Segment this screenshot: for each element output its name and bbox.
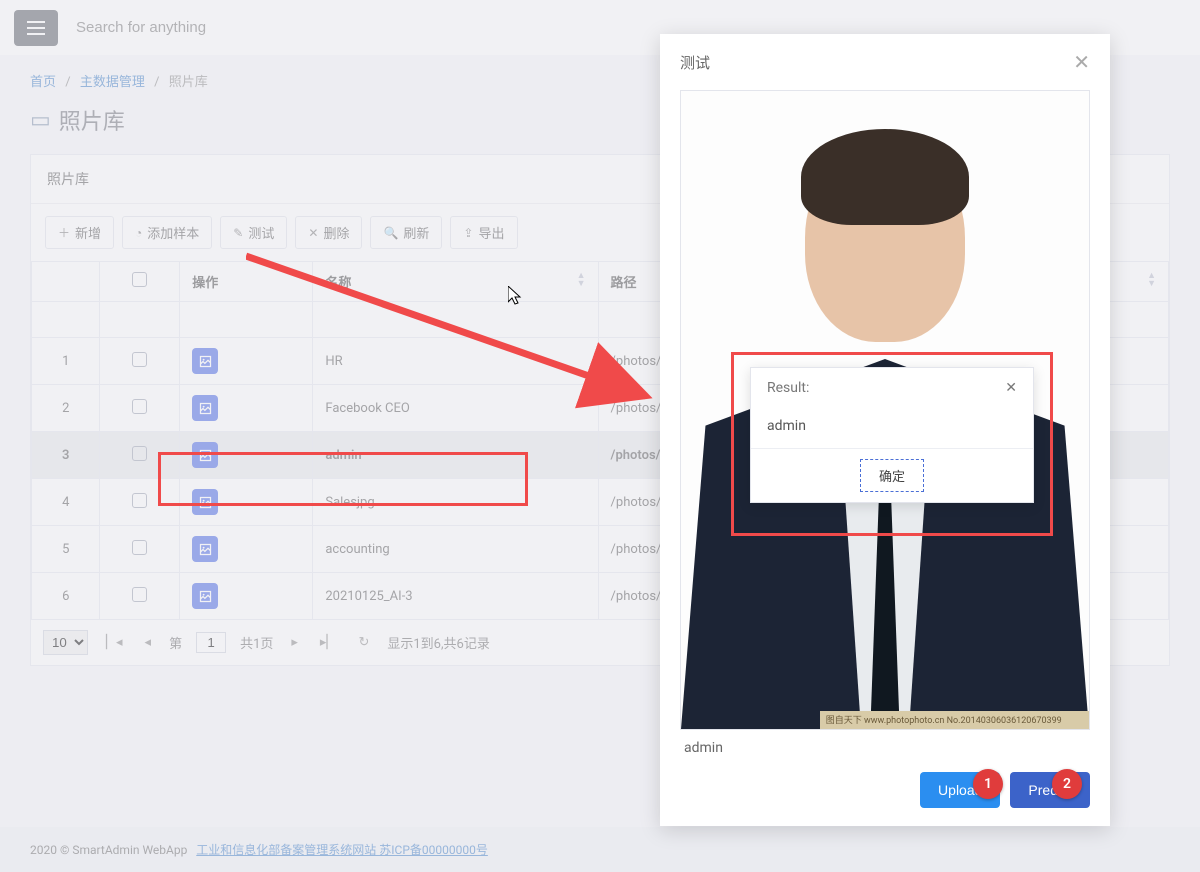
col-op[interactable]: 操作 [180,262,313,302]
photo-watermark: 图自天下 www.photophoto.cn No.20140306036120… [820,711,1089,729]
row-name: Salesjpg [313,479,598,526]
dialog-close-icon[interactable]: ✕ [1073,50,1090,74]
first-page-button[interactable]: ▏◂ [102,633,127,652]
footer-link[interactable]: 工业和信息化部备案管理系统网站 苏ICP备00000000号 [196,843,488,857]
image-icon[interactable] [192,442,218,468]
crumb-current: 照片库 [169,75,208,90]
search-input[interactable] [76,19,376,36]
page-prefix: 第 [169,633,182,652]
plus-icon: ＋ [58,224,70,241]
row-name: accounting [313,526,598,573]
result-popup: Result: ✕ admin 确定 [750,367,1034,503]
row-index: 6 [32,573,100,620]
image-icon[interactable] [192,348,218,374]
page-title-icon: ▭ [30,108,51,133]
row-checkbox[interactable] [132,352,147,367]
row-checkbox[interactable] [132,540,147,555]
edit-icon: ✎ [233,226,243,240]
crumb-home[interactable]: 首页 [30,75,56,90]
result-ok-button[interactable]: 确定 [860,459,924,492]
last-page-button[interactable]: ▸▏ [316,633,341,652]
add-button[interactable]: ＋新增 [45,216,114,249]
clock-icon: ◔ [135,226,142,240]
image-icon[interactable] [192,536,218,562]
row-name: Facebook CEO [313,385,598,432]
photo-caption: admin [680,730,1090,756]
add-sample-button[interactable]: ◔添加样本 [122,216,212,249]
row-index: 3 [32,432,100,479]
prev-page-button[interactable]: ◂ [141,633,156,652]
image-icon[interactable] [192,583,218,609]
footer: 2020 © SmartAdmin WebApp 工业和信息化部备案管理系统网站… [0,827,1200,872]
result-value: admin [751,408,1033,448]
crumb-level1[interactable]: 主数据管理 [80,75,145,90]
menu-button[interactable] [14,10,58,46]
page-total: 共1页 [240,633,273,652]
delete-button[interactable]: ✕删除 [295,216,362,249]
result-close-icon[interactable]: ✕ [1005,380,1017,396]
export-icon: ⇪ [463,226,473,240]
row-name: admin [313,432,598,479]
image-icon[interactable] [192,489,218,515]
row-index: 5 [32,526,100,573]
row-checkbox[interactable] [132,399,147,414]
page-size-select[interactable]: 10 [43,630,88,655]
search-icon: 🔍 [383,226,398,240]
col-name[interactable]: 名称▲▼ [313,262,598,302]
row-checkbox[interactable] [132,446,147,461]
page-input[interactable] [196,632,226,653]
test-button[interactable]: ✎测试 [220,216,287,249]
x-icon: ✕ [308,226,318,240]
refresh-button[interactable]: 🔍刷新 [370,216,442,249]
export-button[interactable]: ⇪导出 [450,216,517,249]
row-checkbox[interactable] [132,587,147,602]
reload-button[interactable]: ↻ [354,633,373,652]
row-name: HR [313,338,598,385]
next-page-button[interactable]: ▸ [287,633,302,652]
pager-info: 显示1到6,共6记录 [387,633,489,652]
upload-button[interactable]: Upload [920,772,1000,808]
image-icon[interactable] [192,395,218,421]
row-index: 2 [32,385,100,432]
row-checkbox[interactable] [132,493,147,508]
dialog-title: 测试 [680,52,710,73]
result-title: Result: [767,380,809,396]
row-index: 4 [32,479,100,526]
predict-button[interactable]: Predict [1010,772,1090,808]
row-name: 20210125_AI-3 [313,573,598,620]
select-all-checkbox[interactable] [132,272,147,287]
row-index: 1 [32,338,100,385]
